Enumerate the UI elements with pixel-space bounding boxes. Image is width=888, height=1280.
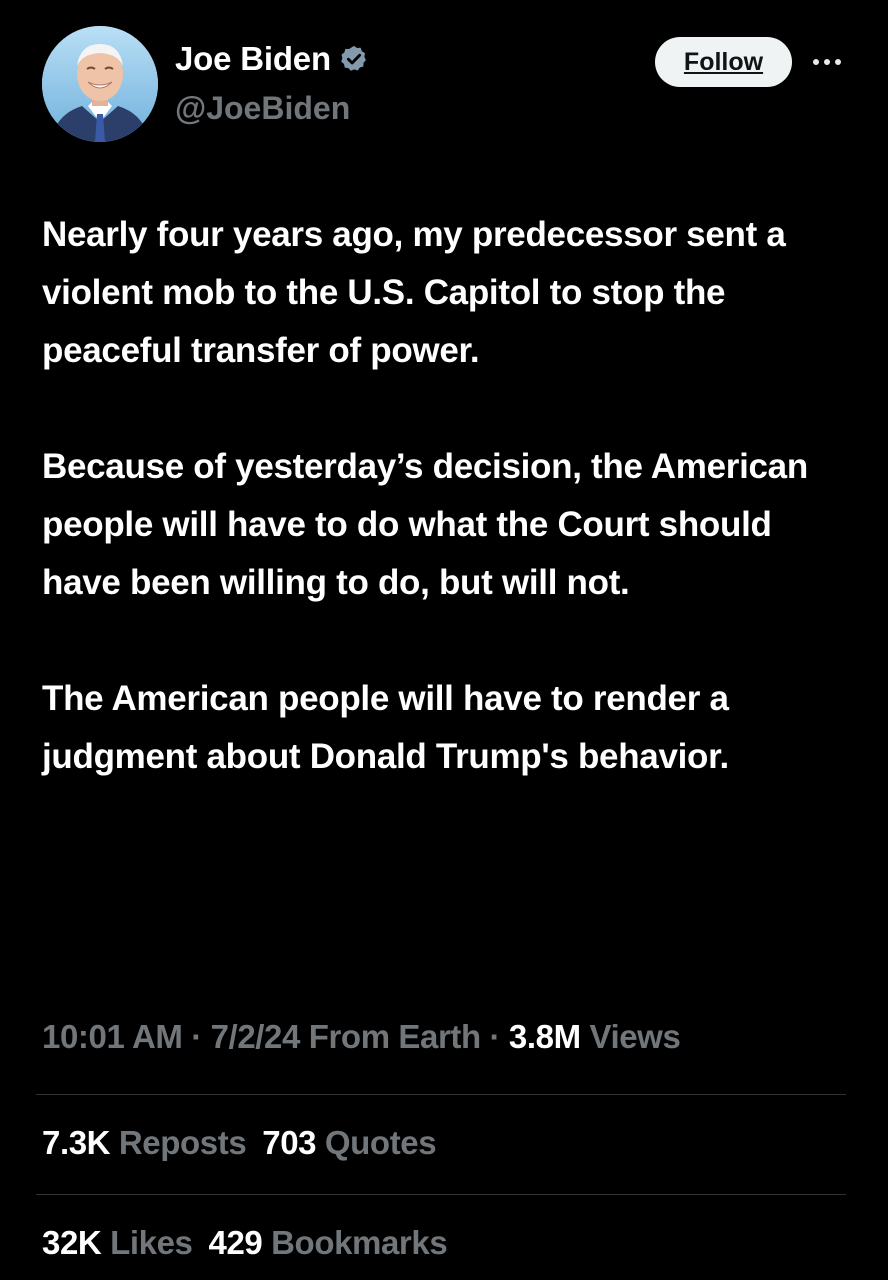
- bookmarks-label: Bookmarks: [262, 1224, 448, 1261]
- engagement-stats-row-1: 7.3K Reposts 703 Quotes: [42, 1124, 437, 1162]
- avatar[interactable]: [42, 26, 158, 142]
- reposts-count: 7.3K: [42, 1124, 111, 1161]
- bookmarks-stat[interactable]: 429 Bookmarks: [209, 1224, 448, 1262]
- likes-count: 32K: [42, 1224, 102, 1261]
- meta-separator: ·: [480, 1018, 509, 1055]
- author-display-name[interactable]: Joe Biden: [175, 40, 331, 78]
- reposts-stat[interactable]: 7.3K Reposts: [42, 1124, 247, 1162]
- tweet-source: From Earth: [299, 1018, 481, 1055]
- tweet-paragraph: The American people will have to render …: [42, 679, 729, 776]
- tweet-text: Nearly four years ago, my predecessor se…: [42, 206, 852, 786]
- tweet-header: Joe Biden @JoeBiden Follow: [42, 26, 852, 146]
- reposts-label: Reposts: [110, 1124, 247, 1161]
- follow-button[interactable]: Follow: [655, 37, 792, 87]
- quotes-label: Quotes: [316, 1124, 437, 1161]
- divider: [36, 1094, 846, 1095]
- quotes-stat[interactable]: 703 Quotes: [262, 1124, 436, 1162]
- engagement-stats-row-2: 32K Likes 429 Bookmarks: [42, 1224, 448, 1262]
- views-count: 3.8M: [508, 1018, 581, 1055]
- meta-separator: ·: [182, 1018, 211, 1055]
- divider: [36, 1194, 846, 1195]
- likes-label: Likes: [101, 1224, 193, 1261]
- tweet-date[interactable]: 7/2/24: [211, 1018, 301, 1055]
- tweet-meta: 10:01 AM · 7/2/24 From Earth · 3.8M View…: [42, 1018, 681, 1056]
- views-label: Views: [580, 1018, 681, 1055]
- quotes-count: 703: [262, 1124, 317, 1161]
- likes-stat[interactable]: 32K Likes: [42, 1224, 193, 1262]
- tweet-time[interactable]: 10:01 AM: [42, 1018, 183, 1055]
- author-handle[interactable]: @JoeBiden: [175, 90, 350, 127]
- tweet-paragraph: Because of yesterday’s decision, the Ame…: [42, 447, 808, 602]
- bookmarks-count: 429: [208, 1224, 263, 1261]
- verified-badge-icon[interactable]: [339, 44, 369, 74]
- tweet-paragraph: Nearly four years ago, my predecessor se…: [42, 215, 786, 370]
- more-horizontal-icon[interactable]: [809, 48, 845, 76]
- author-name-row: Joe Biden: [175, 40, 369, 78]
